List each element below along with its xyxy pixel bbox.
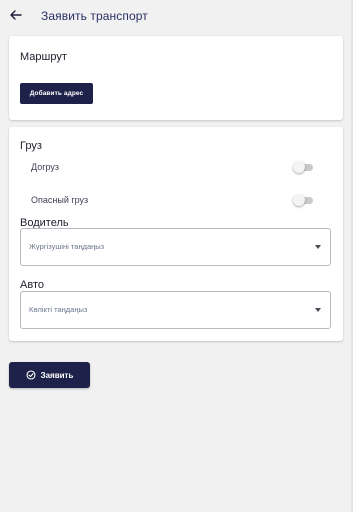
chevron-down-icon — [315, 245, 321, 249]
switch-thumb — [293, 194, 305, 206]
route-card: Маршрут Добавить адрес — [9, 36, 343, 120]
chevron-down-icon — [315, 308, 321, 312]
switch-thumb — [293, 161, 305, 173]
dangerous-cargo-switch[interactable] — [293, 194, 315, 206]
cargo-label: Груз — [20, 140, 42, 152]
submit-button-label: Заявить — [40, 370, 74, 380]
auto-select-placeholder: Көлікті таңдаңыз — [29, 305, 88, 314]
add-address-button[interactable]: Добавить адрес — [20, 83, 93, 104]
submit-button[interactable]: Заявить — [9, 362, 90, 388]
app-header: Заявить транспорт — [0, 0, 353, 32]
page-title: Заявить транспорт — [41, 9, 148, 23]
toggle-label-dangerous-cargo: Опасный груз — [31, 195, 89, 205]
toggle-label-extra-load: Догруз — [31, 162, 60, 172]
route-label: Маршрут — [20, 51, 67, 63]
auto-select[interactable]: Көлікті таңдаңыз — [20, 291, 331, 329]
auto-label: Авто — [20, 279, 44, 291]
check-circle-icon — [26, 370, 36, 380]
cargo-card: Груз Догруз Опасный груз Водитель Жүргіз… — [9, 127, 343, 341]
driver-select-placeholder: Жүргізушіні таңдаңыз — [29, 242, 105, 251]
driver-select[interactable]: Жүргізушіні таңдаңыз — [20, 228, 331, 266]
extra-load-switch[interactable] — [293, 161, 315, 173]
arrow-left-icon[interactable] — [9, 8, 23, 22]
